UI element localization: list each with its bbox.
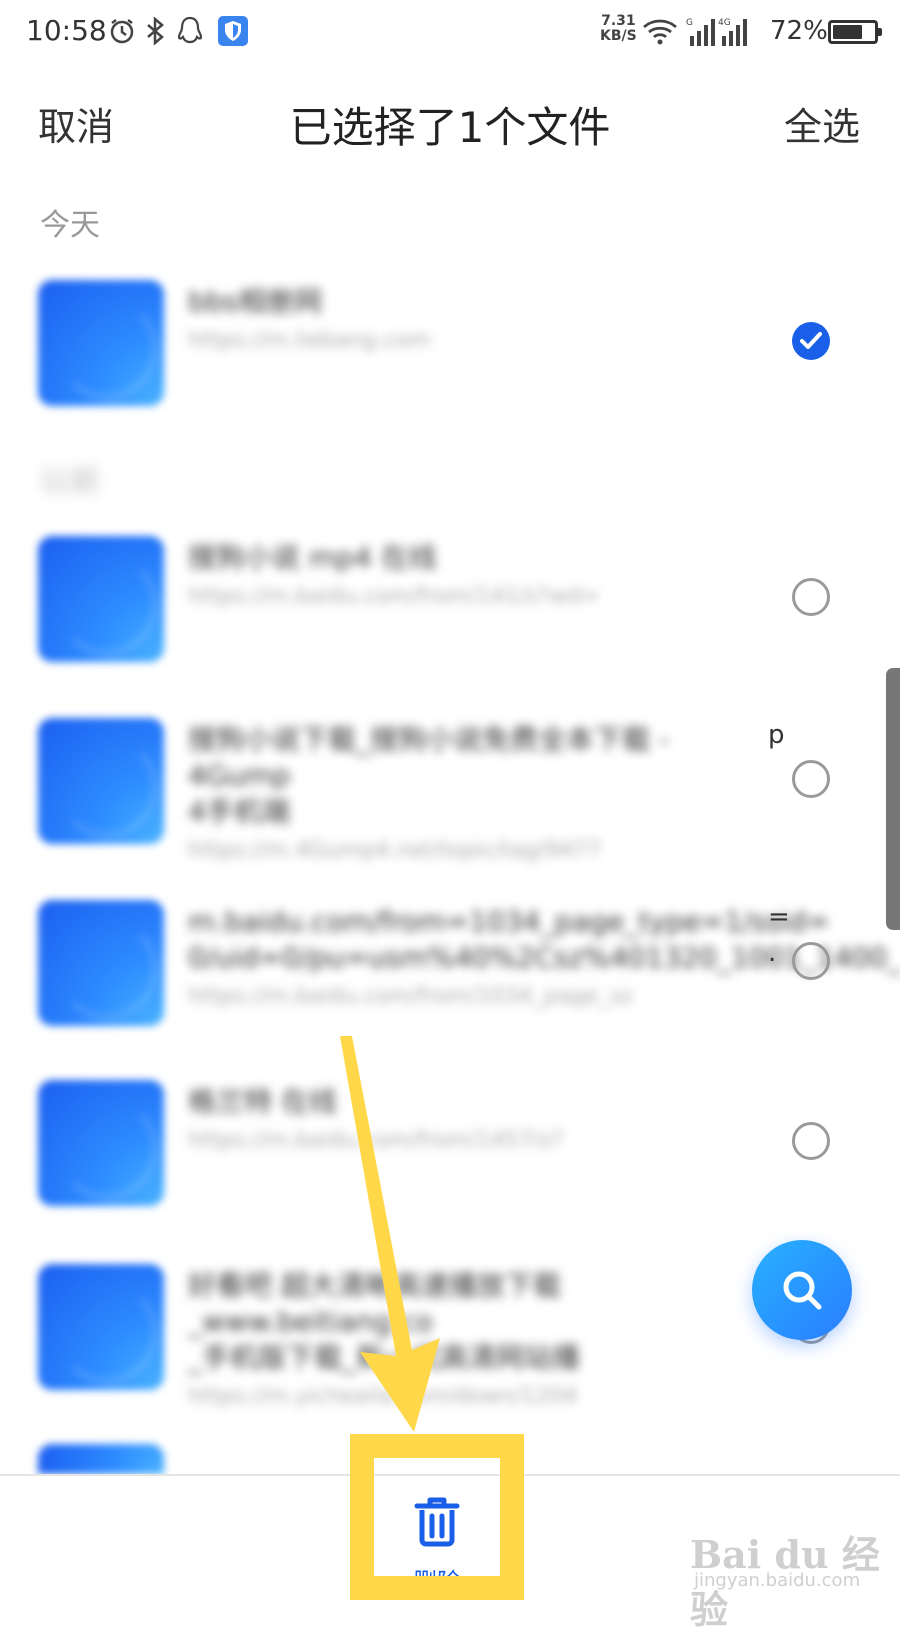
item-checkbox[interactable]	[792, 322, 830, 360]
page-title: 已选择了1个文件	[289, 103, 611, 152]
file-thumbnail	[38, 536, 164, 662]
item-checkbox[interactable]	[792, 1122, 830, 1160]
list-item[interactable]: bbs相册网 https://m.liebang.com	[0, 280, 900, 430]
title-overflow-char-2: .	[768, 938, 777, 968]
signal-icon-2: 4G	[718, 16, 748, 46]
item-title: 搜狗小说下载_搜狗小说免费全本下载 - 4Gump	[188, 723, 670, 792]
qq-icon	[176, 16, 204, 46]
item-url: https://m.4Gump4.net/topic/tag/9477	[188, 838, 602, 863]
item-text: 好看吧 超大清晰高速播放下载_www.beitiang.co _手机版下载_新一…	[188, 1268, 768, 1409]
alarm-icon	[108, 16, 136, 46]
scrollbar[interactable]	[886, 668, 900, 930]
file-thumbnail	[38, 1264, 164, 1390]
bluetooth-icon	[144, 16, 166, 46]
selection-header: 取消 已选择了1个文件 全选	[0, 80, 900, 160]
item-url: https://m.yicheaila.com/down/1204	[188, 1384, 578, 1409]
item-url: https://m.baidu.com/from/141/s?wd=	[188, 584, 600, 609]
item-title: bbs相册网	[188, 285, 323, 318]
list-item[interactable]: 格兰特 在线 https://m.baidu.com/from/1457/s?	[0, 1080, 900, 1230]
select-all-button[interactable]: 全选	[784, 96, 860, 151]
section-today: 今天	[40, 208, 100, 243]
item-title-line2: _手机版下载_新一代高清网站播	[188, 1341, 581, 1374]
item-title: 格兰特 在线	[188, 1085, 337, 1118]
file-thumbnail	[38, 900, 164, 1026]
item-title-line2: 4手机端	[188, 795, 290, 828]
highlight-box	[350, 1434, 524, 1600]
item-url: https://m.baidu.com/from/1457/s?	[188, 1128, 564, 1153]
item-text: m.baidu.com/from=1034_page_type=1/ssid= …	[188, 904, 900, 1009]
section-earlier: 以前	[40, 464, 100, 499]
item-text: bbs相册网 https://m.liebang.com	[188, 284, 768, 353]
watermark-url: jingyan.baidu.com	[694, 1570, 861, 1591]
wifi-icon	[642, 16, 678, 46]
battery-fill	[833, 25, 862, 39]
signal-label-1: G	[686, 18, 693, 28]
file-thumbnail	[38, 718, 164, 844]
item-title: m.baidu.com/from=1034_page_type=1/ssid=	[188, 905, 830, 938]
search-button[interactable]	[752, 1240, 852, 1340]
baidu-watermark: Bai du 经验 jingyan.baidu.com	[690, 1524, 890, 1632]
signal-icon-1: G	[686, 16, 716, 46]
status-bar: 10:58 7.31 KB/S G 4G 72%	[0, 0, 900, 66]
item-url: https://m.baidu.com/from/1034_page_sz	[188, 984, 633, 1009]
status-time: 10:58	[26, 14, 107, 47]
net-speed: 7.31 KB/S	[600, 14, 637, 44]
item-url: https://m.liebang.com	[188, 328, 431, 353]
file-thumbnail	[38, 1080, 164, 1206]
file-thumbnail	[38, 280, 164, 406]
title-overflow-char: p	[768, 720, 785, 750]
shield-icon	[218, 16, 248, 46]
item-text: 搜狗小说 mp4 在线 https://m.baidu.com/from/141…	[188, 540, 768, 609]
item-checkbox[interactable]	[792, 942, 830, 980]
title-overflow-char: =	[768, 902, 790, 932]
item-title: 搜狗小说 mp4 在线	[188, 541, 437, 574]
signal-label-2: 4G	[718, 18, 731, 28]
check-icon	[800, 332, 822, 349]
list-item[interactable]: m.baidu.com/from=1034_page_type=1/ssid= …	[0, 900, 900, 1050]
item-text: 格兰特 在线 https://m.baidu.com/from/1457/s?	[188, 1084, 768, 1153]
net-speed-unit: KB/S	[600, 28, 637, 44]
item-title-line2: 0/uid=0/pu=usm%40%2Csz%401320_1001_1400_	[188, 941, 900, 974]
battery-icon	[828, 20, 882, 44]
item-title: 好看吧 超大清晰高速播放下载_www.beitiang.co	[188, 1269, 561, 1338]
item-checkbox[interactable]	[792, 578, 830, 616]
file-thumbnail-partial	[38, 1444, 164, 1564]
item-checkbox[interactable]	[792, 760, 830, 798]
list-item[interactable]: 搜狗小说下载_搜狗小说免费全本下载 - 4Gump 4手机端 https://m…	[0, 718, 900, 868]
item-text: 搜狗小说下载_搜狗小说免费全本下载 - 4Gump 4手机端 https://m…	[188, 722, 768, 863]
search-icon	[783, 1271, 822, 1310]
net-speed-value: 7.31	[601, 13, 636, 29]
list-item[interactable]: 搜狗小说 mp4 在线 https://m.baidu.com/from/141…	[0, 536, 900, 686]
battery-percent: 72%	[770, 16, 828, 46]
